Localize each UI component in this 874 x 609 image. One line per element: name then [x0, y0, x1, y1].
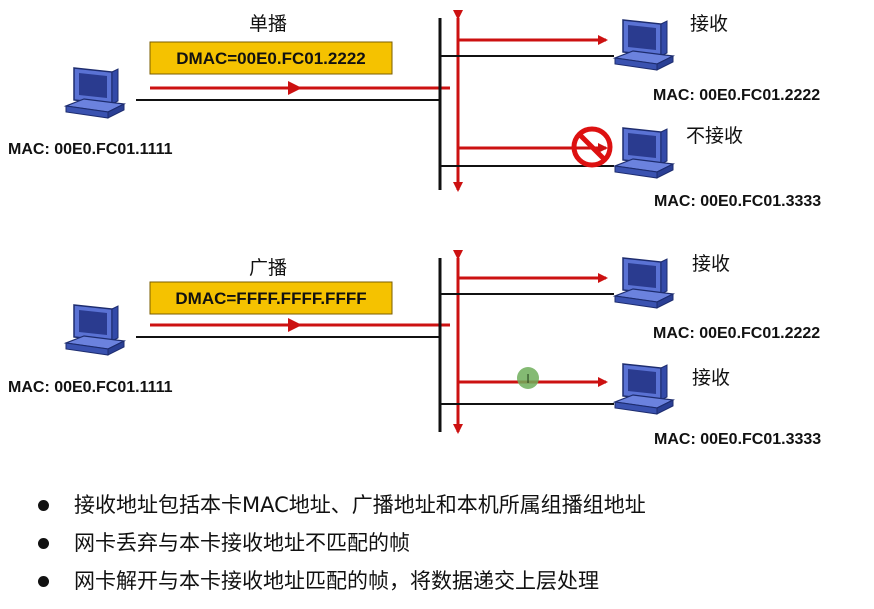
notes-list: 接收地址包括本卡MAC地址、广播地址和本机所属组播组地址 网卡丢弃与本卡接收地址…	[36, 486, 866, 600]
bullet-dot	[38, 538, 49, 549]
unicast-receiver1-mac: MAC: 00E0.FC01.2222	[653, 87, 820, 104]
broadcast-dmac-label: DMAC=FFFF.FFFF.FFFF	[175, 289, 366, 308]
unicast-receiver1-status: 接收	[690, 13, 728, 35]
computer-icon	[614, 257, 674, 309]
unicast-receiver2-status: 不接收	[686, 125, 743, 147]
broadcast-receiver2-status: 接收	[692, 367, 730, 389]
broadcast-receiver1-mac: MAC: 00E0.FC01.2222	[653, 325, 820, 342]
computer-icon	[614, 363, 674, 415]
frame-delivery-diagram: 单播 DMAC=00E0.FC01.2222 MAC: 00E0.FC01.11…	[8, 10, 821, 448]
computer-icon	[614, 19, 674, 71]
bullet-text: 接收地址包括本卡MAC地址、广播地址和本机所属组播组地址	[74, 493, 646, 517]
broadcast-receiver1-status: 接收	[692, 253, 730, 275]
broadcast-section: 广播 DMAC=FFFF.FFFF.FFFF MAC: 00E0.FC01.11…	[8, 250, 821, 448]
bullet-dot	[38, 500, 49, 511]
unicast-sender-mac: MAC: 00E0.FC01.1111	[8, 141, 173, 158]
unicast-dmac-label: DMAC=00E0.FC01.2222	[176, 49, 365, 68]
list-item: 网卡丢弃与本卡接收地址不匹配的帧	[36, 524, 866, 562]
unicast-section: 单播 DMAC=00E0.FC01.2222 MAC: 00E0.FC01.11…	[8, 10, 821, 210]
svg-text:I: I	[526, 372, 530, 386]
unicast-receiver2-mac: MAC: 00E0.FC01.3333	[654, 193, 821, 210]
cursor-dot-icon: I	[517, 367, 539, 389]
bullet-text: 网卡丢弃与本卡接收地址不匹配的帧	[74, 531, 410, 555]
computer-icon	[65, 67, 125, 119]
broadcast-sender-mac: MAC: 00E0.FC01.1111	[8, 379, 173, 396]
computer-icon	[65, 304, 125, 356]
unicast-title: 单播	[249, 13, 287, 35]
list-item: 接收地址包括本卡MAC地址、广播地址和本机所属组播组地址	[36, 486, 866, 524]
broadcast-receiver2-mac: MAC: 00E0.FC01.3333	[654, 431, 821, 448]
bullet-text: 网卡解开与本卡接收地址匹配的帧，将数据递交上层处理	[74, 569, 599, 593]
bullet-dot	[38, 576, 49, 587]
computer-icon	[614, 127, 674, 179]
list-item: 网卡解开与本卡接收地址匹配的帧，将数据递交上层处理	[36, 562, 866, 600]
broadcast-title: 广播	[249, 257, 287, 279]
